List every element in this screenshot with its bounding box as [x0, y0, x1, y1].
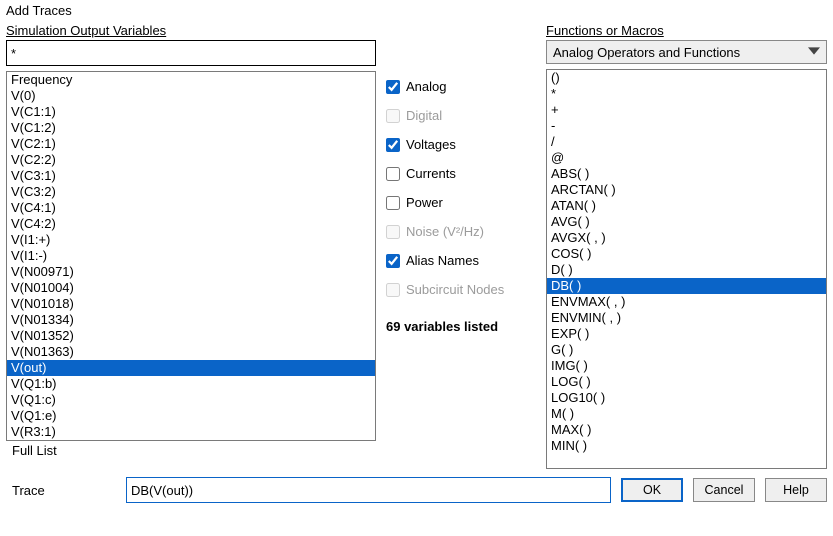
full-list-label: Full List: [6, 441, 376, 460]
window-title: Add Traces: [0, 0, 833, 21]
list-item[interactable]: LOG10( ): [547, 390, 826, 406]
list-item[interactable]: ABS( ): [547, 166, 826, 182]
analog-checkbox[interactable]: Analog: [386, 79, 536, 94]
list-item[interactable]: V(I1:+): [7, 232, 375, 248]
help-button[interactable]: Help: [765, 478, 827, 502]
list-item[interactable]: V(Q1:c): [7, 392, 375, 408]
list-item[interactable]: AVGX( , ): [547, 230, 826, 246]
functions-dropdown[interactable]: Analog Operators and Functions: [546, 40, 827, 64]
list-item[interactable]: V(C4:1): [7, 200, 375, 216]
list-item[interactable]: MAX( ): [547, 422, 826, 438]
list-item[interactable]: V(N00971): [7, 264, 375, 280]
list-item[interactable]: @: [547, 150, 826, 166]
voltages-checkbox[interactable]: Voltages: [386, 137, 536, 152]
list-item[interactable]: V(C2:2): [7, 152, 375, 168]
list-item[interactable]: V(0): [7, 88, 375, 104]
list-item[interactable]: G( ): [547, 342, 826, 358]
subckt-checkbox: Subcircuit Nodes: [386, 282, 536, 297]
noise-checkbox: Noise (V²/Hz): [386, 224, 536, 239]
list-item[interactable]: D( ): [547, 262, 826, 278]
sim-output-vars-label: Simulation Output Variables: [6, 21, 376, 40]
variables-listbox[interactable]: FrequencyV(0)V(C1:1)V(C1:2)V(C2:1)V(C2:2…: [6, 71, 376, 441]
list-item[interactable]: COS( ): [547, 246, 826, 262]
power-checkbox[interactable]: Power: [386, 195, 536, 210]
list-item[interactable]: V(N01363): [7, 344, 375, 360]
digital-checkbox: Digital: [386, 108, 536, 123]
list-item[interactable]: *: [547, 86, 826, 102]
list-item[interactable]: (): [547, 70, 826, 86]
list-item[interactable]: V(Q1:e): [7, 408, 375, 424]
list-item[interactable]: M( ): [547, 406, 826, 422]
chevron-down-icon: [808, 45, 820, 60]
list-item[interactable]: ARCTAN( ): [547, 182, 826, 198]
functions-label: Functions or Macros: [546, 21, 827, 40]
dropdown-value: Analog Operators and Functions: [553, 45, 740, 60]
list-item[interactable]: V(I1:-): [7, 248, 375, 264]
list-item[interactable]: V(N01334): [7, 312, 375, 328]
currents-checkbox[interactable]: Currents: [386, 166, 536, 181]
filter-input[interactable]: [6, 40, 376, 66]
list-item[interactable]: V(C2:1): [7, 136, 375, 152]
list-item[interactable]: AVG( ): [547, 214, 826, 230]
list-item[interactable]: V(Q1:b): [7, 376, 375, 392]
list-item[interactable]: V(N01004): [7, 280, 375, 296]
list-item[interactable]: ENVMAX( , ): [547, 294, 826, 310]
list-item[interactable]: V(C1:1): [7, 104, 375, 120]
list-item[interactable]: V(out): [7, 360, 375, 376]
cancel-button[interactable]: Cancel: [693, 478, 755, 502]
list-item[interactable]: V(C3:2): [7, 184, 375, 200]
trace-input[interactable]: [126, 477, 611, 503]
functions-listbox[interactable]: ()*+-/@ABS( )ARCTAN( )ATAN( )AVG( )AVGX(…: [546, 69, 827, 469]
list-item[interactable]: Frequency: [7, 72, 375, 88]
list-item[interactable]: -: [547, 118, 826, 134]
list-item[interactable]: /: [547, 134, 826, 150]
list-item[interactable]: DB( ): [547, 278, 826, 294]
filter-panel: Analog Digital Voltages Currents Power N…: [386, 21, 536, 469]
list-item[interactable]: V(C3:1): [7, 168, 375, 184]
list-item[interactable]: LOG( ): [547, 374, 826, 390]
alias-checkbox[interactable]: Alias Names: [386, 253, 536, 268]
list-item[interactable]: ENVMIN( , ): [547, 310, 826, 326]
list-item[interactable]: MIN( ): [547, 438, 826, 454]
list-item[interactable]: ATAN( ): [547, 198, 826, 214]
list-item[interactable]: V(C4:2): [7, 216, 375, 232]
list-item[interactable]: V(N01018): [7, 296, 375, 312]
list-item[interactable]: IMG( ): [547, 358, 826, 374]
list-item[interactable]: V(R3:1): [7, 424, 375, 440]
variables-count: 69 variables listed: [386, 319, 536, 334]
list-item[interactable]: V(N01352): [7, 328, 375, 344]
list-item[interactable]: V(C1:2): [7, 120, 375, 136]
list-item[interactable]: EXP( ): [547, 326, 826, 342]
ok-button[interactable]: OK: [621, 478, 683, 502]
trace-label: Trace: [6, 483, 116, 498]
list-item[interactable]: +: [547, 102, 826, 118]
